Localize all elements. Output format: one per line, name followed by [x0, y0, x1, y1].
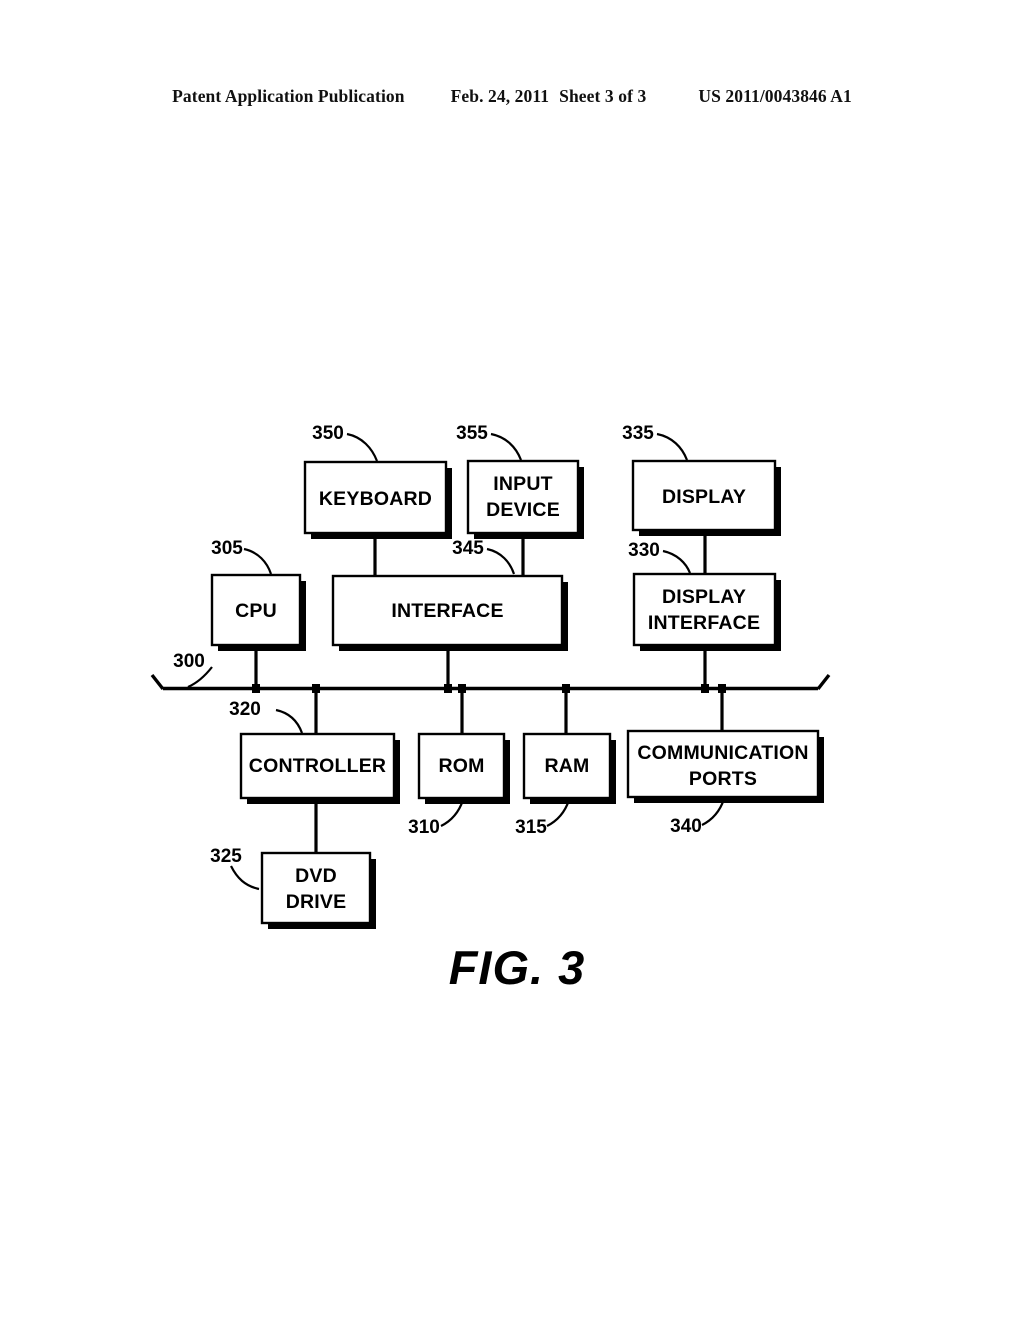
- leader-320: [275, 708, 304, 734]
- display-interface-label-line1: DISPLAY: [662, 586, 746, 608]
- ref-number-300: 300: [173, 651, 205, 672]
- node-input-device[interactable]: INPUT DEVICE: [466, 459, 584, 539]
- node-communication-ports[interactable]: COMMUNICATION PORTS: [626, 729, 824, 803]
- bus-junction-communication-ports: [718, 684, 726, 693]
- cpu-label: CPU: [235, 600, 277, 622]
- ref-number-320: 320: [229, 699, 261, 720]
- display-interface-box[interactable]: [632, 572, 777, 647]
- bus-junction-cpu: [252, 684, 260, 693]
- node-controller[interactable]: CONTROLLER: [239, 732, 400, 804]
- leader-330: [662, 549, 692, 574]
- node-rom[interactable]: ROM: [417, 732, 510, 804]
- ref-number-345: 345: [452, 538, 484, 559]
- dvd-drive-label-line2: DRIVE: [286, 891, 347, 913]
- node-display[interactable]: DISPLAY: [631, 459, 781, 536]
- bus-junction-rom: [458, 684, 466, 693]
- leader-345: [486, 547, 516, 575]
- bus-left-end-cap: [150, 673, 165, 691]
- controller-label: CONTROLLER: [249, 755, 386, 777]
- ref-number-330: 330: [628, 540, 660, 561]
- node-display-interface[interactable]: DISPLAY INTERFACE: [632, 572, 781, 651]
- bus-right-end-cap: [816, 673, 831, 691]
- input-device-label-line2: DEVICE: [486, 499, 560, 521]
- figure-3-diagram: KEYBOARD 350 INPUT DEVICE 355 DISPLAY 33…: [150, 423, 831, 994]
- node-dvd-drive[interactable]: DVD DRIVE: [260, 851, 376, 929]
- node-ram[interactable]: RAM: [522, 732, 616, 804]
- ref-number-305: 305: [211, 538, 243, 559]
- node-cpu[interactable]: CPU: [210, 573, 306, 651]
- patent-page: Patent Application Publication Feb. 24, …: [0, 0, 1024, 1320]
- ref-number-310: 310: [408, 817, 440, 838]
- interface-label: INTERFACE: [391, 600, 503, 622]
- ref-number-315: 315: [515, 817, 547, 838]
- communication-ports-label-line1: COMMUNICATION: [637, 742, 808, 764]
- input-device-label-line1: INPUT: [493, 473, 553, 495]
- ref-number-355: 355: [456, 423, 488, 444]
- rom-label: ROM: [438, 755, 484, 777]
- bus-junction-ram: [562, 684, 570, 693]
- ref-number-325: 325: [210, 846, 242, 867]
- display-label: DISPLAY: [662, 486, 746, 508]
- bus-junction-controller: [312, 684, 320, 693]
- keyboard-label: KEYBOARD: [319, 488, 432, 510]
- display-interface-label-line2: INTERFACE: [648, 612, 760, 634]
- leader-305: [243, 547, 273, 575]
- leader-325: [230, 865, 260, 891]
- bus-junction-display-interface: [701, 684, 709, 693]
- figure-caption: FIG. 3: [449, 941, 586, 994]
- node-keyboard[interactable]: KEYBOARD: [303, 460, 452, 539]
- dvd-drive-label-line1: DVD: [295, 865, 337, 887]
- bus-junction-interface: [444, 684, 452, 693]
- leader-335: [656, 432, 689, 461]
- leader-355: [490, 432, 523, 461]
- leader-350: [346, 432, 379, 462]
- communication-ports-label-line2: PORTS: [689, 768, 757, 790]
- ref-number-350: 350: [312, 423, 344, 444]
- ref-number-340: 340: [670, 816, 702, 837]
- input-device-box[interactable]: [466, 459, 580, 535]
- ref-number-335: 335: [622, 423, 654, 444]
- node-interface[interactable]: INTERFACE: [331, 574, 568, 651]
- ram-label: RAM: [544, 755, 589, 777]
